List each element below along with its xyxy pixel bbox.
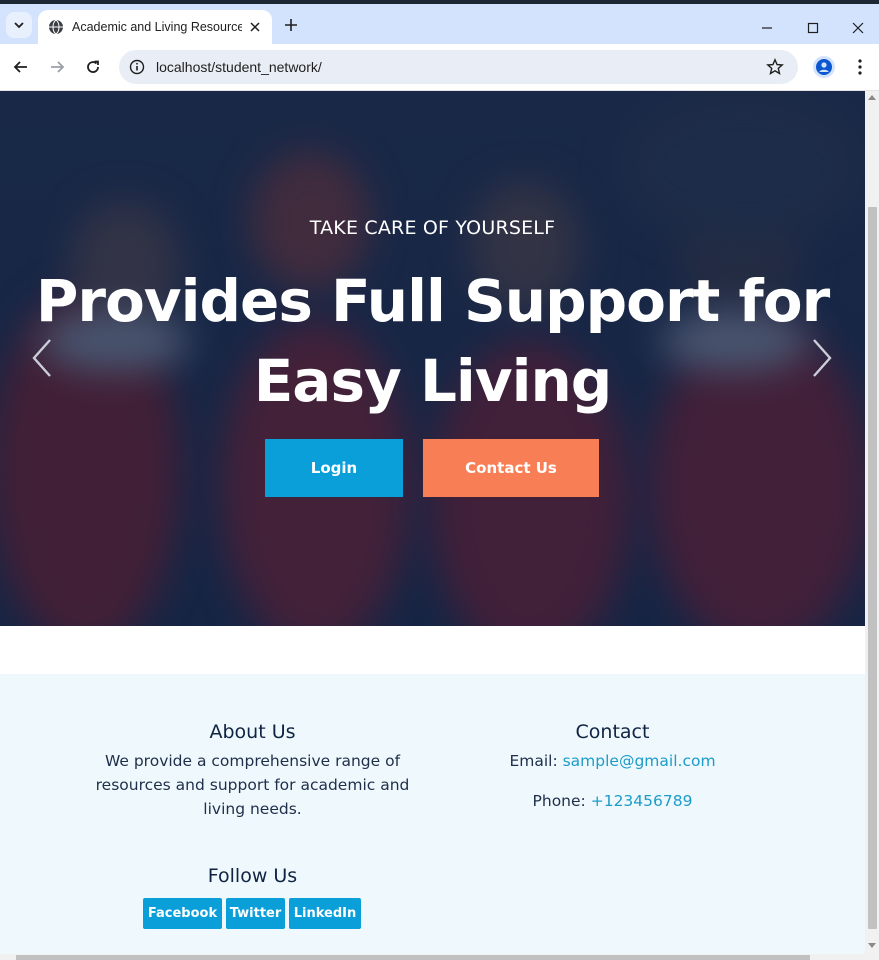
facebook-link[interactable]: Facebook bbox=[143, 898, 222, 929]
maximize-icon[interactable] bbox=[790, 8, 836, 48]
email-line: Email: sample@gmail.com bbox=[470, 749, 755, 773]
minimize-icon[interactable] bbox=[744, 8, 790, 48]
person-icon[interactable] bbox=[813, 56, 835, 78]
carousel-next-icon[interactable] bbox=[808, 336, 836, 380]
window-close-icon[interactable] bbox=[835, 8, 879, 48]
hero-carousel: TAKE CARE OF YOURSELF Provides Full Supp… bbox=[0, 91, 865, 626]
scroll-down-icon[interactable] bbox=[868, 943, 876, 949]
browser-toolbar: localhost/student_network/ bbox=[0, 44, 879, 91]
vertical-scrollbar[interactable] bbox=[865, 91, 879, 954]
phone-link[interactable]: +123456789 bbox=[591, 792, 693, 810]
scroll-up-icon[interactable] bbox=[868, 94, 876, 100]
about-text: We provide a comprehensive range of reso… bbox=[95, 752, 410, 818]
carousel-prev-icon[interactable] bbox=[28, 336, 56, 380]
arrow-left-icon[interactable] bbox=[7, 53, 35, 81]
address-bar[interactable]: localhost/student_network/ bbox=[119, 50, 798, 84]
info-icon[interactable] bbox=[128, 58, 146, 76]
phone-label: Phone: bbox=[532, 792, 586, 810]
horizontal-scrollbar-thumb[interactable] bbox=[16, 955, 810, 960]
follow-heading: Follow Us bbox=[207, 865, 298, 887]
about-section: About Us We provide a comprehensive rang… bbox=[85, 721, 420, 821]
follow-section: Follow Us bbox=[85, 865, 420, 887]
tab-strip: Academic and Living Resource Network bbox=[0, 4, 879, 44]
login-button[interactable]: Login bbox=[265, 439, 403, 497]
contact-heading: Contact bbox=[575, 721, 650, 743]
more-vertical-icon[interactable] bbox=[850, 56, 870, 78]
page-viewport: TAKE CARE OF YOURSELF Provides Full Supp… bbox=[0, 91, 865, 954]
chevron-down-icon[interactable] bbox=[6, 12, 32, 38]
url-text[interactable]: localhost/student_network/ bbox=[156, 59, 322, 75]
about-heading: About Us bbox=[209, 721, 296, 743]
twitter-link[interactable]: Twitter bbox=[226, 898, 285, 929]
email-link[interactable]: sample@gmail.com bbox=[563, 752, 716, 770]
hero-subtitle: TAKE CARE OF YOURSELF bbox=[309, 217, 556, 239]
site-footer: About Us We provide a comprehensive rang… bbox=[0, 674, 865, 954]
tab-title: Academic and Living Resource Network bbox=[72, 20, 242, 34]
horizontal-scrollbar[interactable] bbox=[0, 954, 879, 960]
phone-line: Phone: +123456789 bbox=[470, 789, 755, 813]
contact-section: Contact Email: sample@gmail.com Phone: +… bbox=[470, 721, 755, 813]
plus-icon[interactable] bbox=[280, 14, 302, 36]
vertical-scrollbar-thumb[interactable] bbox=[868, 207, 877, 929]
linkedin-link[interactable]: LinkedIn bbox=[289, 898, 361, 929]
globe-icon bbox=[48, 19, 64, 35]
star-icon[interactable] bbox=[766, 58, 784, 76]
close-icon[interactable] bbox=[246, 18, 264, 36]
reload-icon[interactable] bbox=[79, 53, 107, 81]
browser-tab[interactable]: Academic and Living Resource Network bbox=[38, 10, 272, 44]
email-label: Email: bbox=[509, 752, 558, 770]
contact-us-button[interactable]: Contact Us bbox=[423, 439, 599, 497]
hero-title: Provides Full Support for Easy Living bbox=[35, 267, 830, 415]
arrow-right-icon[interactable] bbox=[43, 53, 71, 81]
